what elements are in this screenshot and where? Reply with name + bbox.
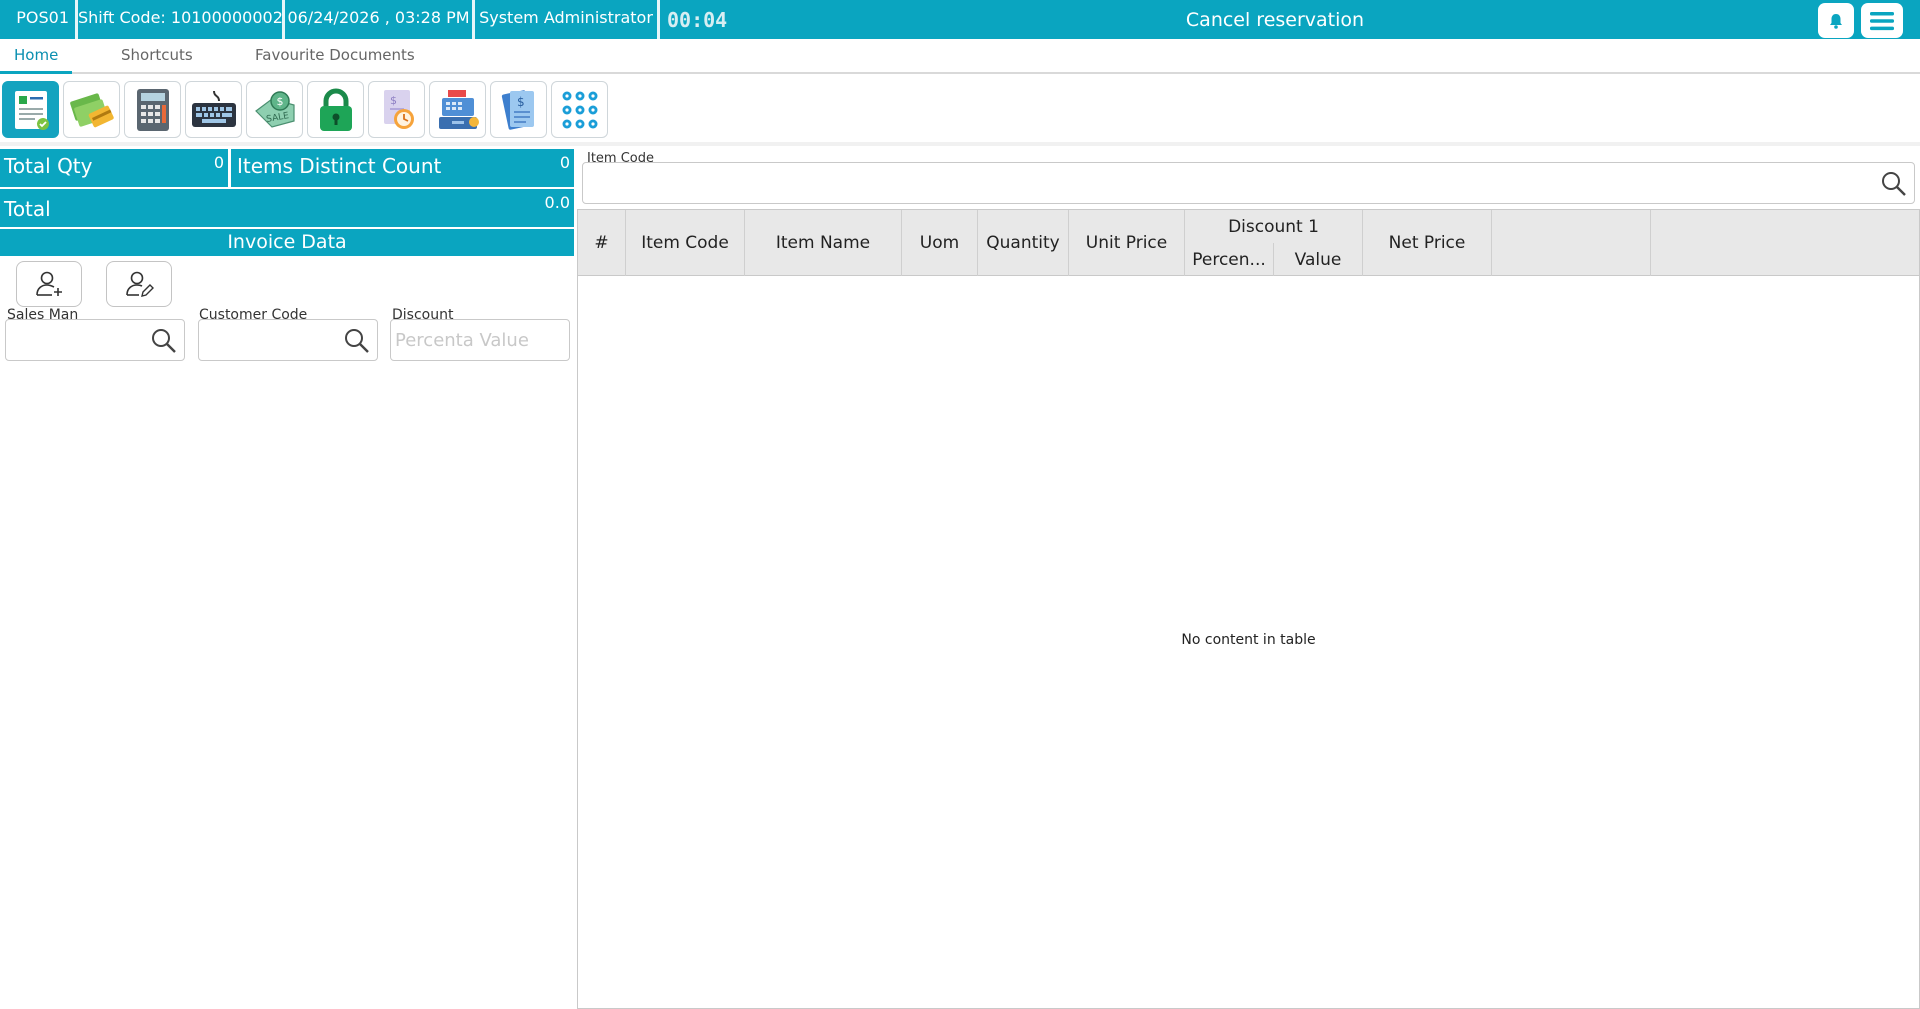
column-header-item-code[interactable]: Item Code (626, 210, 745, 276)
column-header-discount-group: Discount 1 (1185, 210, 1363, 243)
tab-home[interactable]: Home (14, 46, 58, 64)
column-header-discount-percent[interactable]: Percen... (1185, 243, 1274, 276)
payment-button[interactable] (63, 81, 120, 138)
tab-shortcuts[interactable]: Shortcuts (121, 46, 193, 64)
cash-card-icon (69, 92, 114, 127)
cash-register-icon (438, 89, 479, 129)
active-tab-indicator (0, 71, 72, 74)
add-customer-button[interactable] (16, 261, 82, 307)
total-label: Total (4, 197, 51, 221)
sale-tag-icon: $SALE (254, 90, 295, 128)
salesman-input[interactable] (10, 324, 150, 356)
item-code-field[interactable] (582, 162, 1915, 204)
discount-field[interactable] (390, 319, 570, 361)
tab-favourite-documents[interactable]: Favourite Documents (255, 46, 415, 64)
keyboard-button[interactable] (185, 81, 242, 138)
column-header-unit-price[interactable]: Unit Price (1069, 210, 1185, 276)
notifications-button[interactable] (1818, 3, 1854, 38)
page-title: Cancel reservation (1185, 9, 1365, 31)
documents-button[interactable]: $ (490, 81, 547, 138)
top-bar: POS01 Shift Code: 10100000002 06/24/2026… (0, 0, 1920, 39)
numpad-icon (562, 91, 597, 128)
add-user-icon (36, 271, 62, 296)
invoice-button[interactable] (2, 81, 59, 138)
svg-text:$: $ (276, 95, 283, 108)
invoice-data-header: Invoice Data (0, 229, 574, 256)
total-qty-value: 0 (213, 153, 224, 172)
distinct-count-panel: Items Distinct Count 0 (231, 149, 574, 187)
search-icon[interactable] (343, 327, 371, 355)
column-header-discount-value[interactable]: Value (1274, 243, 1363, 276)
column-header-blank (1492, 210, 1651, 276)
edit-customer-button[interactable] (106, 261, 172, 307)
customer-code-field[interactable] (198, 319, 378, 361)
salesman-field[interactable] (5, 319, 185, 361)
keyboard-icon (191, 90, 236, 127)
column-header-index[interactable]: # (578, 210, 626, 276)
distinct-count-value: 0 (559, 153, 570, 172)
price-history-button[interactable]: $ (368, 81, 425, 138)
total-panel: Total 0.0 (0, 189, 574, 227)
shift-code: Shift Code: 10100000002 (78, 0, 285, 39)
shortcut-toolbar: $ SALE $ $ (0, 80, 620, 140)
column-header-quantity[interactable]: Quantity (978, 210, 1069, 276)
tab-bar: Home Shortcuts Favourite Documents (0, 39, 1920, 74)
calculator-button[interactable] (124, 81, 181, 138)
search-icon[interactable] (1880, 170, 1908, 198)
svg-text:$: $ (517, 95, 525, 109)
discount-input[interactable] (395, 324, 565, 356)
items-table: # Item Code Item Name Uom Quantity Unit … (577, 209, 1920, 1009)
session-timer: 00:04 (667, 8, 728, 32)
invoice-icon (14, 90, 49, 130)
numpad-button[interactable] (551, 81, 608, 138)
sale-button[interactable]: $ SALE (246, 81, 303, 138)
search-icon[interactable] (150, 327, 178, 355)
column-header-item-name[interactable]: Item Name (745, 210, 902, 276)
svg-text:$: $ (390, 94, 397, 107)
date-time: 06/24/2026 , 03:28 PM (285, 0, 475, 39)
hamburger-menu-icon (1870, 11, 1894, 30)
cash-register-button[interactable] (429, 81, 486, 138)
receipt-icon: $ (501, 89, 534, 130)
price-clock-icon: $ (383, 89, 414, 129)
total-value: 0.0 (544, 193, 570, 212)
column-header-net-price[interactable]: Net Price (1363, 210, 1492, 276)
total-qty-panel: Total Qty 0 (0, 149, 228, 187)
toolbar-divider (0, 142, 1920, 146)
lock-icon (319, 88, 352, 131)
table-header: # Item Code Item Name Uom Quantity Unit … (578, 210, 1919, 276)
customer-code-input[interactable] (203, 324, 343, 356)
item-code-input[interactable] (591, 167, 1861, 199)
main-menu-button[interactable] (1861, 3, 1903, 38)
table-empty-message: No content in table (1181, 632, 1316, 648)
total-qty-label: Total Qty (4, 154, 93, 178)
bell-icon (1830, 13, 1842, 29)
lock-button[interactable] (307, 81, 364, 138)
user-name: System Administrator (475, 0, 660, 39)
distinct-count-label: Items Distinct Count (237, 154, 442, 178)
column-header-uom[interactable]: Uom (902, 210, 978, 276)
edit-user-icon (126, 271, 154, 297)
calculator-icon (136, 88, 169, 131)
pos-code: POS01 (0, 0, 78, 39)
